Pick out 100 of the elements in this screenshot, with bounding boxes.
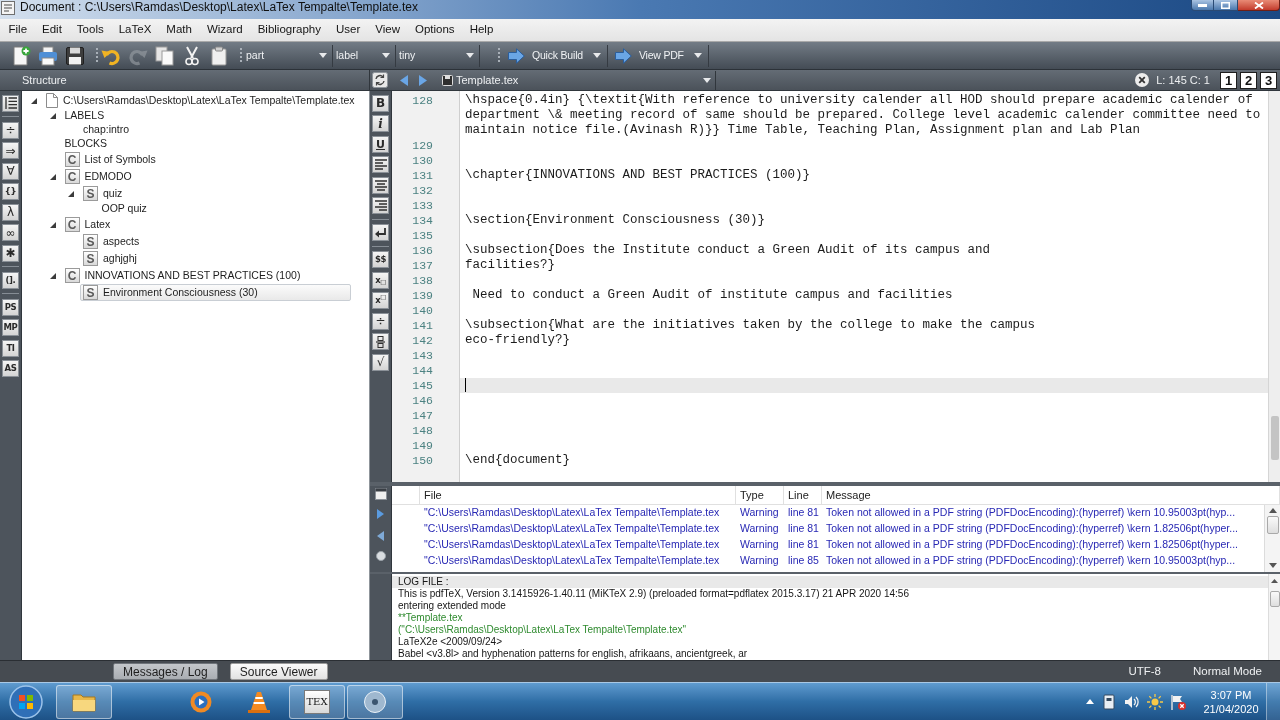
tree-item[interactable]: chap:intro: [80, 123, 134, 137]
symbol-button[interactable]: x$^{□}$: [372, 292, 389, 309]
disc-icon[interactable]: [375, 551, 386, 561]
caret-icon[interactable]: [49, 173, 56, 180]
tree-item[interactable]: LABELS: [61, 109, 109, 123]
panel-icon[interactable]: [374, 488, 387, 500]
scrollbar-thumb[interactable]: [1270, 416, 1279, 460]
tree-item[interactable]: C List of Symbols: [61, 151, 160, 168]
close-icon[interactable]: [1135, 73, 1150, 87]
symbol-button[interactable]: $$: [372, 251, 389, 268]
menu-item[interactable]: Math: [158, 20, 200, 40]
symbol-button[interactable]: PS: [2, 298, 19, 316]
file-tab-dropdown[interactable]: Template.tex: [437, 70, 716, 90]
panel-toggle[interactable]: Messages / Log: [113, 663, 218, 680]
refresh-icon[interactable]: [372, 72, 388, 88]
printer-icon[interactable]: [38, 45, 58, 66]
tree-item[interactable]: S aghjghj: [80, 250, 141, 267]
menu-item[interactable]: Tools: [69, 20, 112, 40]
symbol-button[interactable]: ⇒: [2, 142, 19, 159]
symbol-button[interactable]: ∀: [2, 162, 19, 180]
symbol-button[interactable]: ÷: [372, 312, 389, 330]
tree-item[interactable]: S Environment Consciousness (30): [80, 284, 351, 301]
menu-item[interactable]: Edit: [34, 20, 70, 40]
device-icon[interactable]: [1101, 693, 1117, 710]
taskbar-button[interactable]: [56, 684, 112, 719]
maximize-button[interactable]: [1214, 0, 1238, 11]
dropdown[interactable]: part: [243, 44, 333, 67]
minimize-button[interactable]: [1191, 0, 1214, 11]
view-button[interactable]: 2: [1240, 71, 1257, 89]
menu-item[interactable]: LaTeX: [111, 20, 159, 40]
column-header[interactable]: File: [420, 486, 736, 504]
tree-item[interactable]: S aspects: [80, 233, 144, 250]
clipboard-icon[interactable]: [209, 45, 229, 66]
menu-item[interactable]: Bibliography: [250, 20, 329, 40]
taskbar-button[interactable]: TEX: [289, 684, 345, 719]
copy-icon[interactable]: [155, 45, 175, 66]
sun-icon[interactable]: [1147, 693, 1163, 710]
tree-item[interactable]: S quiz: [80, 185, 127, 202]
underline-button[interactable]: U: [372, 135, 389, 153]
caret-icon[interactable]: [31, 97, 37, 104]
arrow-left-icon[interactable]: [400, 74, 408, 86]
menu-item[interactable]: Wizard: [199, 20, 251, 40]
scissors-icon[interactable]: [182, 45, 202, 66]
scroll-up-icon[interactable]: [1271, 579, 1278, 583]
caret-icon[interactable]: [49, 272, 56, 279]
dropdown[interactable]: label: [333, 44, 396, 67]
symbol-button[interactable]: {}: [2, 183, 19, 200]
format-button[interactable]: [372, 176, 389, 194]
menu-item[interactable]: File: [1, 20, 35, 40]
bold-button[interactable]: B: [372, 94, 389, 112]
column-header[interactable]: Type: [736, 486, 784, 504]
column-header[interactable]: Message: [822, 486, 1280, 504]
save-icon[interactable]: [65, 45, 85, 66]
arrow-right-icon[interactable]: [377, 509, 384, 519]
symbol-button[interactable]: ÷: [2, 121, 19, 139]
tree-item[interactable]: C INNOVATIONS AND BEST PRACTICES (100): [61, 267, 305, 284]
arrow-right-icon[interactable]: [419, 74, 427, 86]
dropdown[interactable]: tiny: [396, 44, 480, 67]
menu-item[interactable]: Options: [407, 20, 463, 40]
menu-item[interactable]: View: [367, 20, 408, 40]
caret-icon[interactable]: [49, 221, 56, 228]
new-document-icon[interactable]: [11, 45, 31, 66]
scrollbar-thumb[interactable]: [1266, 516, 1279, 534]
toolbar-button[interactable]: Quick Build: [508, 44, 608, 67]
tree-item[interactable]: C Latex: [61, 216, 115, 233]
caret-icon[interactable]: [1086, 699, 1094, 704]
format-button[interactable]: [372, 333, 389, 350]
symbol-button[interactable]: √: [372, 353, 389, 371]
symbol-button[interactable]: x$_{□}$: [372, 271, 389, 289]
column-header[interactable]: Line: [784, 486, 822, 504]
format-button[interactable]: [372, 197, 389, 214]
caret-icon[interactable]: [49, 113, 56, 119]
panel-toggle[interactable]: Source Viewer: [229, 663, 328, 680]
scroll-down-icon[interactable]: [1268, 563, 1277, 568]
scrollbar[interactable]: [1264, 505, 1280, 572]
format-button[interactable]: [2, 94, 19, 112]
menu-item[interactable]: User: [328, 20, 368, 40]
scrollbar[interactable]: [1268, 91, 1280, 482]
symbol-button[interactable]: AS: [2, 360, 19, 377]
view-button[interactable]: 1: [1220, 71, 1237, 89]
scrollbar[interactable]: [1268, 574, 1280, 660]
symbol-button[interactable]: ∞: [2, 224, 19, 241]
tree-item[interactable]: OOP quiz: [98, 202, 151, 216]
format-button[interactable]: [372, 156, 389, 173]
format-button[interactable]: [372, 224, 389, 241]
caret-icon[interactable]: [68, 190, 74, 197]
toolbar-button[interactable]: View PDF: [614, 44, 709, 67]
symbol-button[interactable]: (].: [2, 271, 19, 289]
tree-item[interactable]: BLOCKS: [61, 137, 112, 151]
taskbar-button[interactable]: [347, 684, 403, 719]
tree-item[interactable]: C:\Users\Ramdas\Desktop\Latex\LaTex Tempalte\Template.tex: [43, 92, 359, 109]
symbol-button[interactable]: MP: [2, 319, 19, 336]
scrollbar-thumb[interactable]: [1269, 591, 1280, 607]
start-orb-icon[interactable]: [9, 684, 43, 719]
scroll-up-icon[interactable]: [1268, 508, 1277, 513]
arrow-left-icon[interactable]: [377, 531, 384, 541]
symbol-button[interactable]: TI: [2, 339, 19, 357]
show-desktop-button[interactable]: [1266, 683, 1280, 720]
close-button[interactable]: [1238, 0, 1280, 11]
italic-button[interactable]: i: [372, 115, 389, 132]
